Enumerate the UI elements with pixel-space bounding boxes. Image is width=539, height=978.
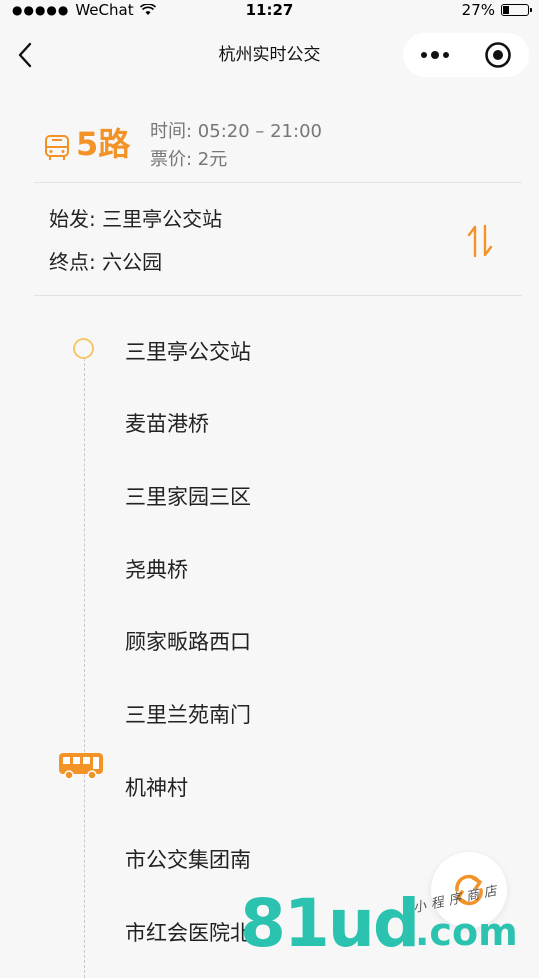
route-terminals: 始发: 三里亭公交站 终点: 六公园 bbox=[34, 183, 522, 295]
route-meta: 时间: 05:20 – 21:00 票价: 2元 bbox=[150, 118, 322, 174]
swap-direction-button[interactable] bbox=[464, 223, 496, 259]
clock: 11:27 bbox=[245, 1, 294, 19]
watermark-suffix: .com bbox=[415, 910, 518, 954]
watermark-main: 81ud bbox=[240, 885, 420, 962]
start-stop-dot bbox=[73, 338, 94, 359]
more-menu-button[interactable] bbox=[403, 33, 466, 77]
battery-percent: 27% bbox=[461, 1, 495, 19]
bus-position-icon bbox=[59, 753, 103, 780]
route-fare: 票价: 2元 bbox=[150, 149, 228, 170]
route-header: 5路 时间: 05:20 – 21:00 票价: 2元 bbox=[34, 116, 522, 182]
watermark: 81ud .com 小程序商店 bbox=[240, 883, 539, 962]
stop-item[interactable]: 市红会医院北 bbox=[125, 917, 251, 947]
stop-item[interactable]: 机神村 bbox=[125, 772, 188, 802]
stop-item[interactable]: 市公交集团南 bbox=[125, 844, 251, 874]
route-hours: 时间: 05:20 – 21:00 bbox=[150, 121, 322, 142]
navbar: 杭州实时公交 bbox=[0, 20, 539, 88]
stop-item[interactable]: 顾家畈路西口 bbox=[125, 626, 251, 656]
start-station: 始发: 三里亭公交站 bbox=[49, 207, 223, 231]
route-name: 5路 bbox=[76, 125, 131, 163]
bus-icon bbox=[45, 135, 69, 160]
route-info: 5路 时间: 05:20 – 21:00 票价: 2元 始发: 三里亭公交站 终… bbox=[34, 116, 522, 296]
battery-icon bbox=[501, 4, 532, 16]
stop-item[interactable]: 三里家园三区 bbox=[125, 481, 251, 511]
status-bar: ●●●●● WeChat 11:27 27% bbox=[0, 0, 539, 20]
miniprogram-capsule bbox=[403, 33, 529, 77]
divider bbox=[34, 295, 522, 296]
target-icon bbox=[484, 42, 511, 68]
close-miniprogram-button[interactable] bbox=[466, 33, 529, 77]
stop-item[interactable]: 尧典桥 bbox=[125, 554, 188, 584]
stop-item[interactable]: 三里亭公交站 bbox=[125, 336, 251, 366]
end-station: 终点: 六公园 bbox=[49, 250, 163, 274]
swap-arrows-icon bbox=[467, 224, 493, 258]
route-timeline bbox=[84, 358, 85, 978]
stop-item[interactable]: 三里兰苑南门 bbox=[125, 699, 251, 729]
stop-item[interactable]: 麦苗港桥 bbox=[125, 408, 209, 438]
